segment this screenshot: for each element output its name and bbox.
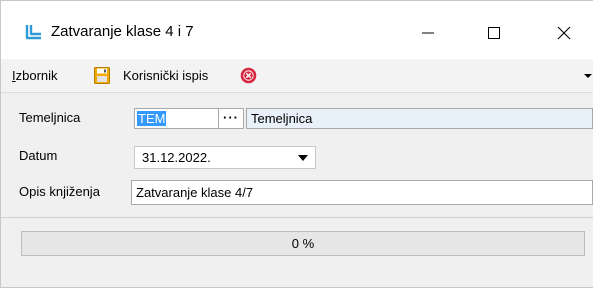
temeljnica-code-input[interactable]: TEM [134, 108, 219, 129]
window-title: Zatvaranje klase 4 i 7 [51, 23, 194, 40]
datum-value: 31.12.2022. [142, 150, 211, 165]
temeljnica-lookup-button[interactable]: ··· [219, 108, 244, 129]
menu-overflow-chevron-down-icon[interactable] [584, 74, 592, 78]
title-bar[interactable]: Zatvaranje klase 4 i 7 [1, 1, 593, 59]
datum-label: Datum [19, 148, 58, 163]
progress-text: 0 % [291, 236, 315, 251]
minimize-button[interactable] [405, 15, 451, 51]
temeljnica-code-value: TEM [137, 111, 167, 126]
temeljnica-label: Temeljnica [19, 110, 81, 125]
dialog-window: Zatvaranje klase 4 i 7 Izbornik Korisnič… [0, 0, 593, 288]
menu-bar: Izbornik Korisnički ispis [1, 59, 593, 93]
opis-knjizenja-label: Opis knjiženja [19, 184, 100, 199]
app-icon [25, 25, 41, 40]
menu-izbornik-label: zbornik [15, 68, 58, 83]
progress-bar: 0 % [21, 231, 585, 256]
form-panel: Temeljnica TEM ··· Temeljnica Datum 31.1… [9, 99, 593, 215]
menu-korisnicki-ispis[interactable]: Korisnički ispis [123, 68, 208, 83]
chevron-down-icon[interactable] [298, 155, 308, 161]
save-icon[interactable] [94, 67, 110, 84]
datum-date-picker[interactable]: 31.12.2022. [134, 146, 316, 169]
maximize-button[interactable] [471, 15, 517, 51]
minimize-icon [422, 32, 434, 34]
maximize-icon [488, 27, 500, 39]
close-circle-icon[interactable] [240, 67, 257, 84]
close-button[interactable] [541, 15, 587, 51]
divider [1, 217, 593, 218]
opis-knjizenja-input[interactable]: Zatvaranje klase 4/7 [131, 180, 593, 205]
menu-izbornik[interactable]: Izbornik [12, 68, 58, 83]
temeljnica-name-field: Temeljnica [246, 108, 593, 129]
close-icon [557, 26, 571, 40]
